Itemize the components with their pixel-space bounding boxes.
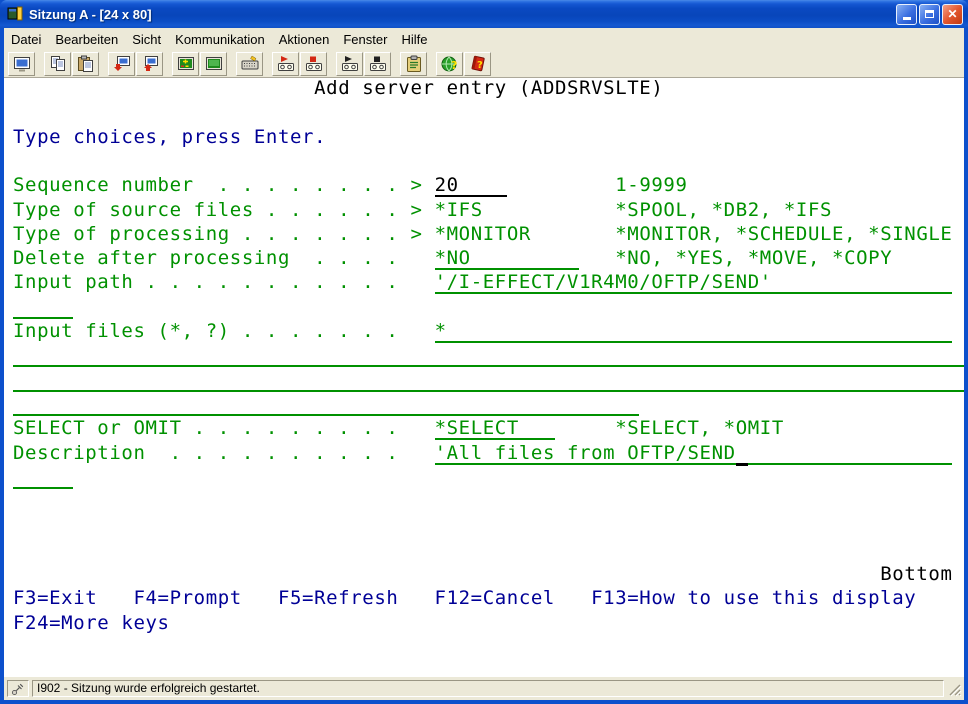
keyboard-setup-icon [241, 55, 259, 73]
copy-button[interactable] [44, 52, 71, 76]
terminal-input-field[interactable] [13, 372, 964, 392]
display-session-icon [13, 55, 31, 73]
terminal-input-field[interactable]: '/I-EFFECT/V1R4M0/OFTP/SEND' [435, 274, 953, 294]
terminal-text: *NO, *YES, *MOVE, *COPY [615, 250, 892, 268]
title-bar[interactable]: Sitzung A - [24 x 80] ✕ [0, 0, 968, 28]
macro-record-button[interactable] [272, 52, 299, 76]
minimize-button[interactable] [896, 4, 917, 25]
app-window: Sitzung A - [24 x 80] ✕ DateiBearbeitenS… [0, 0, 968, 704]
paste-icon [77, 55, 95, 73]
toolbar-group: ?? [436, 52, 492, 76]
status-bar: I902 - Sitzung wurde erfolgreich gestart… [4, 676, 964, 700]
text-cursor [736, 463, 748, 466]
terminal-text: *MONITOR, *SCHEDULE, *SINGLE [615, 226, 952, 244]
macro-record-icon [277, 55, 295, 73]
connection-icon [7, 680, 29, 697]
terminal-text: F3=Exit F4=Prompt F5=Refresh F12=Cancel … [13, 590, 916, 608]
clipboard-icon [405, 55, 423, 73]
terminal-text: 1-9999 [615, 177, 687, 195]
terminal-input-field[interactable]: *SELECT [435, 420, 555, 440]
macro-play-icon [341, 55, 359, 73]
receive-capture-icon [141, 55, 159, 73]
macro-record-stop-icon [305, 55, 323, 73]
toolbar-group [44, 52, 100, 76]
terminal-text: Type of processing . . . . . . . > [13, 226, 423, 244]
receive-capture-button[interactable] [136, 52, 163, 76]
terminal-input-field[interactable] [13, 469, 73, 489]
toolbar-group [236, 52, 264, 76]
toolbar-group [336, 52, 392, 76]
terminal-screen[interactable]: Add server entry (ADDSRVSLTE) Type choice… [4, 78, 964, 676]
clipboard-button[interactable] [400, 52, 427, 76]
macro-play-button[interactable] [336, 52, 363, 76]
macro-record-stop-button[interactable] [300, 52, 327, 76]
terminal-input-field[interactable]: * [435, 323, 953, 343]
toolbar: ?? [4, 50, 964, 78]
svg-text:?: ? [451, 59, 457, 72]
maximize-button[interactable] [919, 4, 940, 25]
terminal-text: *IFS [435, 202, 483, 220]
menu-bar: DateiBearbeitenSichtKommunikationAktione… [4, 28, 964, 50]
window-controls: ✕ [896, 4, 963, 25]
keyboard-setup-button[interactable] [236, 52, 263, 76]
web-help-button[interactable]: ? [436, 52, 463, 76]
macro-stop-icon [369, 55, 387, 73]
terminal-text: Input path . . . . . . . . . . . [13, 274, 398, 292]
menu-kommunikation[interactable]: Kommunikation [168, 30, 272, 49]
terminal-text: Description . . . . . . . . . . [13, 445, 398, 463]
minimize-icon [903, 17, 911, 20]
macro-stop-button[interactable] [364, 52, 391, 76]
help-index-button[interactable]: ? [464, 52, 491, 76]
menu-fenster[interactable]: Fenster [336, 30, 394, 49]
maximize-icon [925, 10, 934, 18]
toolbar-group [272, 52, 328, 76]
terminal-text: Delete after processing . . . . [13, 250, 398, 268]
menu-hilfe[interactable]: Hilfe [394, 30, 434, 49]
send-capture-button[interactable] [108, 52, 135, 76]
terminal-text: *SPOOL, *DB2, *IFS [615, 202, 832, 220]
copy-icon [49, 55, 67, 73]
paste-button[interactable] [72, 52, 99, 76]
terminal-text: Add server entry (ADDSRVSLTE) [314, 80, 663, 98]
close-icon: ✕ [947, 8, 957, 20]
display-session-button[interactable] [8, 52, 35, 76]
send-capture-icon [113, 55, 131, 73]
terminal-input-field[interactable]: 20 [435, 177, 507, 197]
terminal-text: F24=More keys [13, 615, 170, 633]
terminal-input-field[interactable]: *NO [435, 250, 580, 270]
terminal-input-field[interactable] [13, 396, 639, 416]
toolbar-group [8, 52, 36, 76]
terminal-text: *SELECT, *OMIT [615, 420, 784, 438]
toolbar-group [172, 52, 228, 76]
web-help-icon: ? [441, 55, 459, 73]
svg-text:?: ? [477, 60, 483, 71]
menu-sicht[interactable]: Sicht [125, 30, 168, 49]
status-message: I902 - Sitzung wurde erfolgreich gestart… [32, 680, 944, 697]
display-setup-button[interactable] [200, 52, 227, 76]
terminal-text: Type choices, press Enter. [13, 129, 326, 147]
terminal-text: Sequence number . . . . . . . . > [13, 177, 423, 195]
display-setup-icon [205, 55, 223, 73]
menu-datei[interactable]: Datei [4, 30, 48, 49]
terminal-input-field[interactable] [13, 347, 964, 367]
terminal-text: Bottom [880, 566, 952, 584]
window-title: Sitzung A - [24 x 80] [29, 7, 896, 22]
toolbar-group [400, 52, 428, 76]
terminal-input-field[interactable] [13, 299, 73, 319]
close-button[interactable]: ✕ [942, 4, 963, 25]
terminal-text: *MONITOR [435, 226, 531, 244]
terminal-text: Input files (*, ?) . . . . . . . [13, 323, 398, 341]
color-setup-icon [177, 55, 195, 73]
terminal-text: SELECT or OMIT . . . . . . . . . [13, 420, 398, 438]
menu-aktionen[interactable]: Aktionen [272, 30, 337, 49]
terminal-text: Type of source files . . . . . . > [13, 202, 423, 220]
terminal-input-field[interactable]: 'All files from OFTP/SEND [435, 445, 953, 465]
resize-grip[interactable] [947, 680, 962, 697]
toolbar-group [108, 52, 164, 76]
color-setup-button[interactable] [172, 52, 199, 76]
session-icon [7, 6, 23, 22]
help-index-icon: ? [469, 55, 487, 73]
menu-bearbeiten[interactable]: Bearbeiten [48, 30, 125, 49]
